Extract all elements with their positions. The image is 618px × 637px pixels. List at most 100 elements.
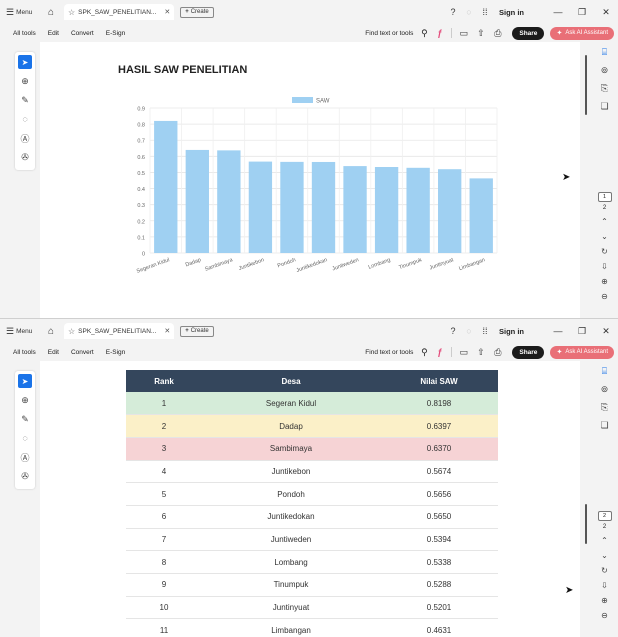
chevron-down-icon[interactable]: ⌄ [601,548,608,563]
all-tools-menu[interactable]: All tools [13,30,36,37]
zoom-in-icon[interactable]: ⊕ [601,274,608,289]
help-icon[interactable]: ? [445,326,461,336]
search-doc-icon[interactable]: ⊚ [597,62,613,78]
star-icon[interactable]: ☆ [68,8,75,17]
nilai-cell: 0.5674 [380,460,498,484]
esign-menu[interactable]: E-Sign [106,349,126,356]
share-button[interactable]: Share [512,26,545,40]
cursor-arrow-icon[interactable]: ➤ [18,55,32,69]
page-view-icon[interactable]: ▭ [455,347,472,358]
lasso-icon[interactable]: ◌ [18,112,32,126]
star-icon[interactable]: ☆ [68,327,75,336]
refresh-icon[interactable]: ↻ [601,563,608,578]
convert-menu[interactable]: Convert [71,349,94,356]
sign-in-button[interactable]: Sign in [499,327,524,336]
page-view-icon[interactable]: ▭ [455,28,472,39]
save-icon[interactable]: ⇩ [601,578,608,593]
document-tab[interactable]: ☆ SPK_SAW_PENELITIAN... ✕ [64,323,175,339]
vertical-scrollbar[interactable] [585,55,587,115]
export-icon[interactable]: ⎘ [597,80,613,96]
print-icon[interactable]: ⎙ [489,347,506,358]
all-tools-menu[interactable]: All tools [13,349,36,356]
create-button[interactable]: + Create [180,325,214,337]
cursor-arrow-icon[interactable]: ➤ [18,374,32,388]
rank-cell: 5 [126,482,202,506]
minimize-icon[interactable]: — [546,7,570,17]
upload-icon[interactable]: ⇧ [472,347,489,358]
pages-icon[interactable]: ❏ [597,98,613,114]
table-header-row: Rank Desa Nilai SAW [126,370,498,392]
pages-icon[interactable]: ❏ [597,417,613,433]
ask-ai-button[interactable]: ✦ Ask AI Assistant [550,26,614,40]
refresh-icon[interactable]: ↻ [601,244,608,259]
text-box-icon[interactable]: Ⓐ [18,131,32,145]
text-box-icon[interactable]: Ⓐ [18,450,32,464]
lasso-icon[interactable]: ◌ [18,431,32,445]
search-doc-icon[interactable]: ⊚ [597,381,613,397]
comment-panel-icon[interactable]: ⌸ [597,363,613,379]
nilai-cell: 0.4631 [380,618,498,637]
zoom-out-icon[interactable]: ⊖ [601,608,608,623]
close-tab-icon[interactable]: ✕ [164,8,170,16]
chevron-down-icon[interactable]: ⌄ [601,229,608,244]
ask-ai-button[interactable]: ✦ Ask AI Assistant [550,345,614,359]
sign-in-button[interactable]: Sign in [499,8,524,17]
notification-icon[interactable]: ○ [461,7,477,17]
save-icon[interactable]: ⇩ [601,259,608,274]
y-tick-label: 0.7 [137,139,145,145]
chevron-up-icon[interactable]: ⌃ [601,214,608,229]
minimize-icon[interactable]: — [546,326,570,336]
apps-grid-icon[interactable]: ⁞⁞ [477,7,493,17]
nilai-cell: 0.5338 [380,550,498,574]
create-button[interactable]: + Create [180,6,214,18]
zoom-in-icon[interactable]: ⊕ [601,593,608,608]
pen-icon[interactable]: ✎ [18,93,32,107]
current-page-box[interactable]: 2 [597,511,612,521]
restore-icon[interactable]: ❐ [570,326,594,337]
help-icon[interactable]: ? [445,7,461,17]
window-close-icon[interactable]: ✕ [594,326,618,337]
nilai-cell: 0.5288 [380,573,498,597]
table-row: 10 Juntinyuat 0.5201 [126,596,498,620]
stamp-icon[interactable]: ✇ [18,469,32,483]
window-close-icon[interactable]: ✕ [594,7,618,18]
multicolor-icon[interactable]: ƒ [431,28,448,38]
desa-cell: Lombang [202,550,380,574]
find-label: Find text or tools [365,29,414,37]
edit-menu[interactable]: Edit [48,349,59,356]
upload-icon[interactable]: ⇧ [472,28,489,39]
share-button[interactable]: Share [512,345,545,359]
x-tick-label: Juntikedokan [296,257,329,274]
pen-icon[interactable]: ✎ [18,412,32,426]
x-tick-label: Limbangan [458,257,486,272]
stamp-icon[interactable]: ✇ [18,150,32,164]
apps-grid-icon[interactable]: ⁞⁞ [477,326,493,336]
print-icon[interactable]: ⎙ [489,28,506,39]
esign-menu[interactable]: E-Sign [106,30,126,37]
edit-menu[interactable]: Edit [48,30,59,37]
zoom-icon[interactable]: ⊕ [18,74,32,88]
chevron-up-icon[interactable]: ⌃ [601,533,608,548]
menu-button[interactable]: ☰ Menu [6,7,44,18]
y-tick-label: 0.9 [137,107,145,113]
convert-menu[interactable]: Convert [71,30,94,37]
vertical-scrollbar[interactable] [585,504,587,544]
home-icon[interactable]: ⌂ [44,7,58,18]
document-tab[interactable]: ☆ SPK_SAW_PENELITIAN... ✕ [64,4,175,20]
find-box[interactable]: Find text or tools ⚲ [365,347,431,358]
multicolor-icon[interactable]: ƒ [431,347,448,357]
menu-button[interactable]: ☰ Menu [6,326,44,337]
bar [185,149,209,253]
comment-panel-icon[interactable]: ⌸ [597,44,613,60]
close-tab-icon[interactable]: ✕ [164,327,170,335]
restore-icon[interactable]: ❐ [570,7,594,18]
desa-cell: Juntikedokan [202,505,380,529]
nilai-cell: 0.6370 [380,437,498,461]
zoom-icon[interactable]: ⊕ [18,393,32,407]
current-page-box[interactable]: 1 [597,192,612,202]
home-icon[interactable]: ⌂ [44,326,58,337]
find-box[interactable]: Find text or tools ⚲ [365,28,431,39]
notification-icon[interactable]: ○ [461,326,477,336]
zoom-out-icon[interactable]: ⊖ [601,289,608,304]
export-icon[interactable]: ⎘ [597,399,613,415]
